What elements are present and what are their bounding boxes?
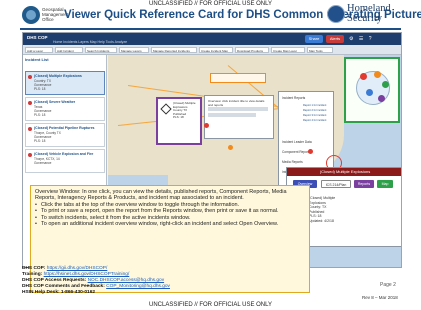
map-tab-button[interactable]: Map [377,180,393,188]
toolbar-item[interactable]: Manage Layers [119,47,149,53]
dropdown-item[interactable]: Incident Reports [282,96,305,100]
access-label: DHS COP Access Requests: [22,278,87,283]
incident-name: (Closed) Severe Weather [34,100,76,104]
incident-detail: Country: TX Governance PLS: 18 [34,79,52,91]
access-link[interactable]: NOC.DHSCOP.access@hq.dhs.gov [88,278,165,283]
incident-marker-icon [28,153,32,157]
app-logo: DHS COP [27,35,48,40]
toolbar-item[interactable]: Search Incidents [85,47,117,53]
page-number: Page 2 [380,282,396,288]
map-pin-icon[interactable] [204,123,209,128]
reports-tab-button[interactable]: Reports [354,180,374,188]
toolbar-item[interactable]: Create Map Layer [271,47,305,53]
highlight-box-orange [210,73,266,83]
quick-reference-card: UNCLASSIFIED // FOR OFFICIAL USE ONLY Ge… [0,0,421,310]
training-label: Training: [22,272,43,277]
incident-detail: Thorpe, KCTX, 14 Governance [34,157,60,165]
overview-details: (Closed) Multiple Explosions County: TX … [309,196,336,223]
share-button[interactable]: Share [305,35,323,43]
incident-popup[interactable]: (Closed) Multiple Explosions County TX P… [156,97,202,145]
toolbar-item[interactable]: Map Tools [307,47,333,53]
incident-marker-icon [28,75,32,79]
dropdown-item[interactable]: Component Reports [282,150,311,154]
cop-link[interactable]: https://gii.dhs.gov/DHSCOP/ [47,266,108,271]
incident-marker-icon [28,101,32,105]
dropdown-subitem[interactable]: Report 3 for incident [303,114,326,117]
app-nav-tabs[interactable]: Home Incidents Layers Map Help Tools Ana… [53,40,127,44]
revision-label: Rev 8 – Mar 2018 [362,295,398,300]
overview-tooltip: Overview: click incident title to view d… [204,95,274,139]
overview-title: (Closed) Multiple Explosions [287,168,401,176]
dropdown-item[interactable]: Incident Leader Data [282,140,312,144]
toolbar-item[interactable]: Create Incident Map [199,47,233,53]
cop-label: DHS COP: [22,266,46,271]
map-pin-icon[interactable] [308,149,313,154]
header-divider [20,28,401,30]
incident-marker-icon [28,127,32,131]
incident-map-inset[interactable] [344,57,400,123]
incident-diamond-icon [160,103,172,115]
comments-label: DHS COP Comments and Feedback: [22,284,105,289]
app-header-bar: DHS COP Home Incidents Layers Map Help T… [23,33,401,45]
dropdown-subitem[interactable]: Report 1 for incident [303,104,326,107]
dhs-seal-icon [327,5,345,23]
incident-name: (Closed) Multiple Explosions [34,74,82,78]
incident-list-item[interactable]: (Closed) Severe Weather Texas Governance… [25,97,105,121]
gmo-logo-icon [22,6,40,24]
comments-link[interactable]: COP_Monitoring@hq.dhs.gov [106,284,170,289]
tooltip-line [208,113,256,117]
incident-list-item[interactable]: (Closed) Potential Pipeline Ruptures Tho… [25,123,105,147]
alerts-button[interactable]: Alerts [326,35,344,43]
toolbar-item[interactable]: Manage Reported Incidents [151,47,197,53]
dropdown-subitem[interactable]: Report 2 for incident [303,109,326,112]
classification-banner-bottom: UNCLASSIFIED // FOR OFFICIAL USE ONLY [148,302,273,308]
incident-detail: Texas Governance PLS: 18 [34,105,52,117]
note-bullets: Click the tabs at the top of the overvie… [35,202,305,228]
map-marker-icon [382,81,389,88]
toolbar-item[interactable]: Add Incident [55,47,83,53]
incident-list-item[interactable]: (Closed) Multiple Explosions Country: TX… [25,71,105,95]
incident-detail: Thorpe, County TX Governance PLS: 18 [34,131,61,143]
incident-name: (Closed) Vehicle Explosion and Fire [34,152,94,156]
map-pin-icon[interactable] [228,145,233,150]
incident-list-title: Incident List [25,57,49,62]
toolbar-item[interactable]: Download Products [235,47,269,53]
app-toolbar: Add a Layer Add Incident Search Incident… [23,45,401,55]
note-intro: Overview Window: In one click, you can v… [35,189,287,202]
dropdown-item[interactable]: Media Reports [282,160,303,164]
training-link[interactable]: https://hsinet.dhs.gov/DHSCOPTraining/ [44,272,130,277]
map-marker-icon [374,71,381,78]
incident-popup-text: (Closed) Multiple Explosions County TX P… [173,101,196,120]
dropdown-subitem[interactable]: Report 4 for incident [303,119,326,122]
incident-list-item[interactable]: (Closed) Vehicle Explosion and Fire Thor… [25,149,105,173]
tooltip-text: Overview: click incident title to view d… [208,99,265,107]
dhs-wordmark: Homeland Security [347,3,391,24]
map-marker-icon [360,73,367,80]
ics-plan-tab-button[interactable]: ICS 214/Plan [321,180,351,188]
map-marker-icon [378,95,385,102]
app-header-icons[interactable]: ⚙ ☰ ? [349,36,374,42]
map-marker-icon [366,89,373,96]
contact-footer: DHS COP: https://gii.dhs.gov/DHSCOP/ Tra… [22,266,322,296]
incident-name: (Closed) Potential Pipeline Ruptures [34,126,95,130]
tooltip-line [208,107,268,111]
helpdesk-text: HSIN Help Desk: 1-866-430-0162 [22,290,96,295]
note-bullet: To open an additional incident overview … [35,221,305,228]
toolbar-item[interactable]: Add a Layer [25,47,53,53]
